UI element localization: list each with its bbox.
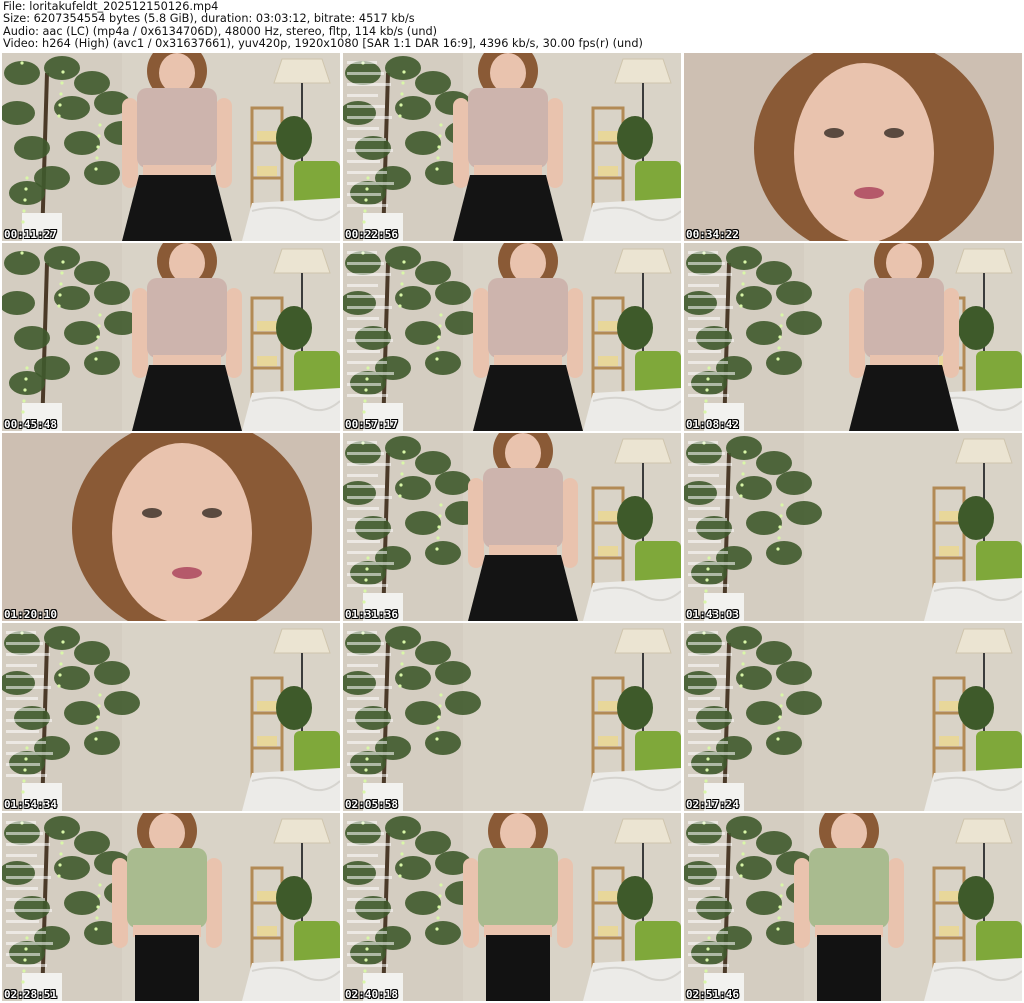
video-thumbnail: 01:54:34 <box>2 623 340 811</box>
video-thumbnail: 02:40:18 <box>343 813 681 1001</box>
thumbnail-timestamp: 02:51:46 <box>686 988 739 1001</box>
file-info-header: File: loritakufeldt_202512150126.mp4 Siz… <box>3 1 1021 51</box>
thumbnail-frame <box>2 623 340 811</box>
thumbnail-timestamp: 00:45:48 <box>4 418 57 431</box>
thumbnail-frame <box>343 53 681 241</box>
video-thumbnail: 00:22:56 <box>343 53 681 241</box>
thumbnail-timestamp: 00:34:22 <box>686 228 739 241</box>
video-thumbnail: 02:51:46 <box>684 813 1022 1001</box>
thumbnail-timestamp: 02:05:58 <box>345 798 398 811</box>
thumbnail-timestamp: 01:08:42 <box>686 418 739 431</box>
thumbnail-frame <box>684 53 1022 241</box>
thumbnail-timestamp: 01:43:03 <box>686 608 739 621</box>
video-thumbnail: 00:11:27 <box>2 53 340 241</box>
video-thumbnail: 01:08:42 <box>684 243 1022 431</box>
video-thumbnail: 01:31:36 <box>343 433 681 621</box>
thumbnail-frame <box>343 433 681 621</box>
thumbnail-frame <box>2 53 340 241</box>
file-size-info: Size: 6207354554 bytes (5.8 GiB), durati… <box>3 12 415 26</box>
video-thumbnail: 01:20:10 <box>2 433 340 621</box>
thumbnail-grid: 00:11:27 00:22:56 00:34:22 00:45:48 00:57:17… <box>2 53 1022 1001</box>
thumbnail-frame <box>2 813 340 1001</box>
thumbnail-frame <box>684 623 1022 811</box>
video-thumbnail: 02:17:24 <box>684 623 1022 811</box>
video-thumbnail: 02:05:58 <box>343 623 681 811</box>
video-thumbnail: 00:34:22 <box>684 53 1022 241</box>
thumbnail-timestamp: 01:54:34 <box>4 798 57 811</box>
thumbnail-frame <box>343 623 681 811</box>
thumbnail-timestamp: 02:17:24 <box>686 798 739 811</box>
thumbnail-frame <box>684 433 1022 621</box>
thumbnail-frame <box>343 243 681 431</box>
thumbnail-frame <box>2 243 340 431</box>
thumbnail-timestamp: 01:20:10 <box>4 608 57 621</box>
thumbnail-timestamp: 00:57:17 <box>345 418 398 431</box>
thumbnail-frame <box>343 813 681 1001</box>
thumbnail-timestamp: 00:22:56 <box>345 228 398 241</box>
thumbnail-timestamp: 02:40:18 <box>345 988 398 1001</box>
thumbnail-frame <box>684 813 1022 1001</box>
video-info: Video: h264 (High) (avc1 / 0x31637661), … <box>3 37 643 51</box>
video-thumbnail: 02:28:51 <box>2 813 340 1001</box>
thumbnail-frame <box>684 243 1022 431</box>
video-thumbnail: 01:43:03 <box>684 433 1022 621</box>
video-thumbnail: 00:45:48 <box>2 243 340 431</box>
thumbnail-timestamp: 02:28:51 <box>4 988 57 1001</box>
thumbnail-timestamp: 01:31:36 <box>345 608 398 621</box>
video-thumbnail: 00:57:17 <box>343 243 681 431</box>
thumbnail-timestamp: 00:11:27 <box>4 228 57 241</box>
thumbnail-frame <box>2 433 340 621</box>
